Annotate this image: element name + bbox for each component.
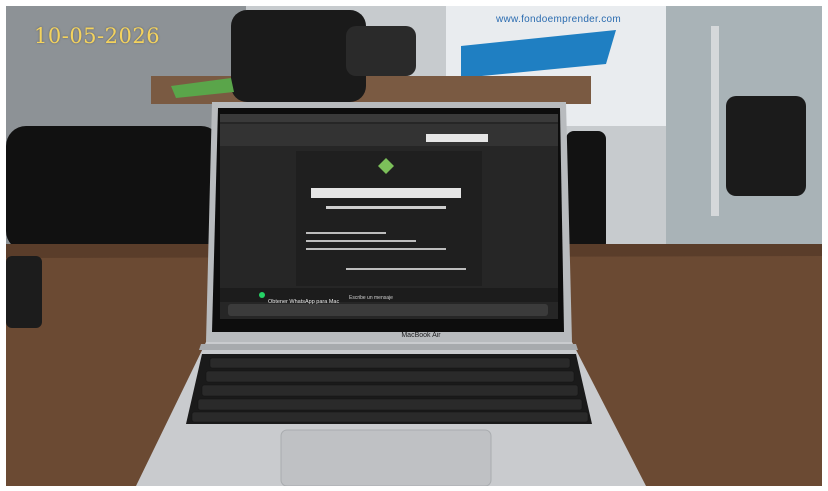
scene [6, 6, 822, 486]
external-keyboard [6, 256, 42, 328]
doc-line-5 [346, 268, 466, 270]
laptop-trackpad [280, 429, 492, 486]
document-page [296, 151, 482, 286]
doc-line-1 [326, 206, 446, 209]
chat-placeholder: Escribe un mensaje [349, 295, 393, 301]
doc-line-4 [306, 248, 446, 250]
word-ribbon [220, 124, 558, 146]
chair-far-right [726, 96, 806, 196]
style-gallery [426, 134, 488, 142]
wall-sign-text: www.fondoemprender.com [496, 14, 621, 25]
doc-line-2 [306, 232, 386, 234]
mac-dock [228, 304, 548, 316]
back-chair [231, 10, 366, 102]
door-handle [711, 26, 719, 216]
date-stamp: 10-05-2026 [34, 24, 161, 48]
keyboard-keys [191, 357, 589, 423]
chair-left [6, 126, 221, 251]
doc-line-3 [306, 240, 416, 242]
back-chair-2 [346, 26, 416, 76]
photo: 10-05-2026 www.fondoemprender.com MacBoo… [6, 6, 822, 486]
laptop-hinge [199, 344, 578, 350]
chair-right [566, 131, 606, 251]
laptop-brand-label: MacBook Air [401, 332, 441, 339]
whatsapp-icon [259, 292, 265, 298]
document-table [311, 188, 461, 198]
menu-bar [220, 114, 558, 122]
whatsapp-notification: Obtener WhatsApp para Mac [268, 299, 340, 305]
